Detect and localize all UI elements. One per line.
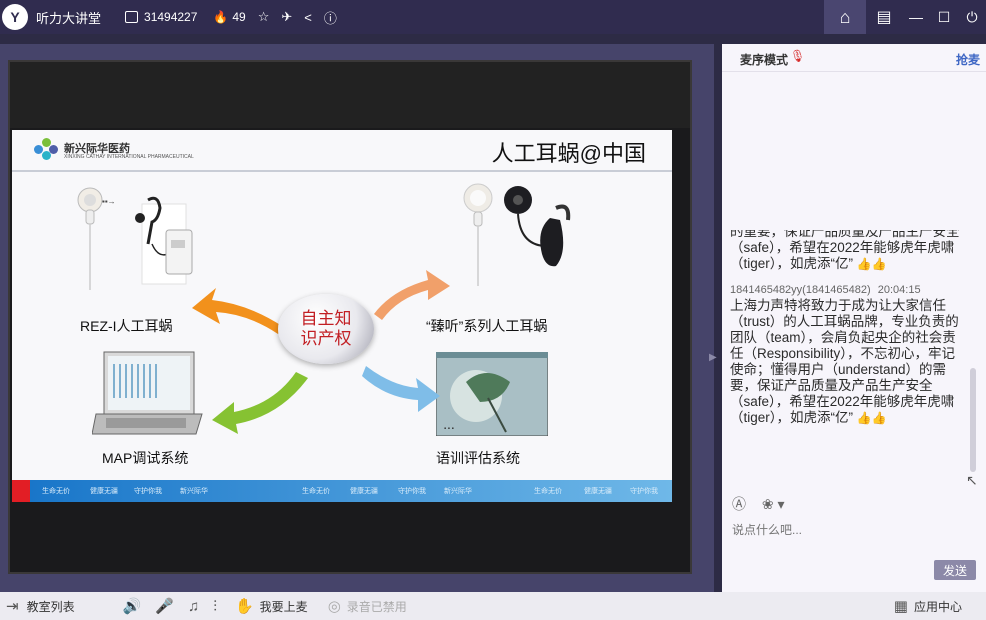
thumbs-up-icon: 👍👍 [856, 257, 887, 271]
rez-label: REZ-I人工耳蜗 [80, 318, 173, 334]
report-icon[interactable]: ⓘ [324, 8, 337, 27]
recording-status[interactable]: ◎ 录音已禁用 [328, 597, 407, 615]
minimize-button[interactable]: — [902, 0, 930, 34]
chat-messages: 的重要，保证产品质量及产品生产安全（safe），希望在2022年能够虎年虎啸（t… [730, 230, 968, 476]
zhenting-label: “臻听”系列人工耳蜗 [426, 318, 548, 334]
chat-sender-line: 1841465482yy(1841465482) 20:04:15 [730, 282, 968, 298]
mic-mode-label: 麦序模式 [740, 53, 789, 67]
want-mic-button[interactable]: ✋ 我要上麦 [235, 597, 308, 615]
window-controls: ⌂ ▤ — ☐ ⏻ [824, 0, 986, 34]
flame-icon: 🔥 [213, 10, 229, 24]
arrow-to-map [212, 372, 308, 434]
footer-text: 守护你我 [398, 488, 426, 495]
chat-message: 的重要，保证产品质量及产品生产安全（safe），希望在2022年能够虎年虎啸（t… [730, 230, 968, 272]
footer-text: 新兴际华 [180, 488, 208, 495]
chat-sender[interactable]: 1841465482yy(1841465482) [730, 284, 871, 296]
footer-text: 健康无疆 [90, 488, 118, 495]
arrow-to-rez [192, 288, 282, 334]
slide-footer: 生命无价 健康无疆 守护你我 新兴际华 生命无价 健康无疆 守护你我 新兴际华 … [30, 480, 672, 502]
class-list-button[interactable]: ⇥ 教室列表 [6, 597, 75, 615]
footer-text: 健康无疆 [584, 488, 612, 495]
share-icon[interactable]: < [304, 10, 312, 25]
footer-text: 守护你我 [134, 488, 162, 495]
video-dark-area [10, 62, 690, 128]
footer-red-block [12, 480, 30, 502]
bottom-toolbar: ⇥ 教室列表 🔊 🎤 ♫ ⫶ ✋ 我要上麦 ◎ 录音已禁用 ▦ 应用中心 [0, 592, 986, 620]
arrow-to-training [362, 366, 440, 412]
microphone-icon[interactable]: 🎤 [155, 597, 174, 615]
footer-text: 生命无价 [302, 488, 330, 495]
arrow-to-zhenting [374, 270, 450, 320]
chat-tools: Ⓐ ❀ ▾ [732, 494, 797, 514]
chat-message-text: 的重要，保证产品质量及产品生产安全（safe），希望在2022年能够虎年虎啸（t… [730, 230, 960, 271]
menu-button[interactable]: ▤ [866, 0, 902, 34]
grid-icon: ▦ [893, 598, 908, 615]
maximize-button[interactable]: ☐ [930, 0, 958, 34]
chat-panel: 麦序模式 🎙 抢麦 的重要，保证产品质量及产品生产安全（safe），希望在202… [722, 44, 986, 592]
home-icon: ⌂ [839, 6, 851, 27]
footer-text: 守护你我 [630, 488, 658, 495]
center-text: 自主知识产权 [300, 309, 352, 348]
mouse-cursor-icon: ↖ [966, 472, 978, 488]
presentation-slide: 新兴际华医药 XINXING CATHAY INTERNATIONAL PHAR… [12, 130, 672, 502]
plane-icon[interactable]: ✈ [281, 9, 292, 25]
video-stage: 新兴际华医药 XINXING CATHAY INTERNATIONAL PHAR… [0, 44, 717, 592]
chat-message: 上海力声特将致力于成为让大家信任（trust）的人工耳蜗品牌，专业负责的团队（t… [730, 298, 968, 426]
footer-text: 生命无价 [42, 488, 70, 495]
chat-input[interactable] [732, 520, 972, 540]
exit-icon: ⇥ [6, 598, 19, 615]
video-frame[interactable]: 新兴际华医药 XINXING CATHAY INTERNATIONAL PHAR… [8, 60, 692, 574]
music-icon[interactable]: ♫ [188, 598, 199, 615]
app-title: 听力大讲堂 [36, 10, 102, 26]
hand-mic-icon: ✋ [234, 598, 254, 615]
font-style-icon[interactable]: Ⓐ [732, 496, 746, 512]
speaker-icon[interactable]: 🔊 [123, 597, 142, 615]
title-bar: Y 听力大讲堂 31494227 🔥 49 ☆ ✈ < ⓘ ⌂ ▤ — ☐ ⏻ [0, 0, 986, 34]
app-logo-icon: Y [2, 4, 28, 30]
home-button[interactable]: ⌂ [824, 0, 866, 34]
map-label: MAP调试系统 [102, 450, 189, 466]
recording-label: 录音已禁用 [346, 599, 407, 614]
list-icon: ▤ [876, 9, 892, 26]
chat-scrollbar[interactable] [970, 368, 976, 472]
footer-text: 生命无价 [534, 488, 562, 495]
mixer-icon[interactable]: ⫶ [213, 598, 217, 615]
room-id: 31494227 [144, 10, 198, 24]
fans-count: 49 [232, 10, 246, 24]
close-button[interactable]: ⏻ [958, 0, 986, 34]
star-icon[interactable]: ☆ [258, 9, 270, 25]
collapse-arrow-icon[interactable]: ▶ [709, 352, 717, 363]
footer-text: 健康无疆 [350, 488, 378, 495]
class-list-label: 教室列表 [26, 599, 75, 614]
mic-off-icon[interactable]: 🎙 [790, 49, 805, 63]
center-badge: 自主知识产权 [278, 294, 374, 364]
app-center-label: 应用中心 [913, 599, 962, 614]
room-id-icon [125, 11, 139, 23]
app-center-button[interactable]: ▦ 应用中心 [894, 597, 962, 615]
mic-mode-header: 麦序模式 🎙 抢麦 [722, 44, 986, 72]
send-button[interactable]: 发送 [934, 560, 976, 580]
thumbs-up-icon: 👍👍 [856, 411, 887, 425]
chat-message-text: 上海力声特将致力于成为让大家信任（trust）的人工耳蜗品牌，专业负责的团队（t… [730, 298, 959, 425]
record-icon: ◎ [327, 598, 341, 615]
grab-mic-button[interactable]: 抢麦 [956, 51, 980, 68]
chat-time: 20:04:15 [877, 284, 921, 296]
gift-icon[interactable]: ❀ ▾ [762, 496, 785, 512]
training-label: 语训评估系统 [436, 450, 520, 466]
footer-text: 新兴际华 [444, 488, 472, 495]
want-mic-label: 我要上麦 [259, 599, 308, 614]
